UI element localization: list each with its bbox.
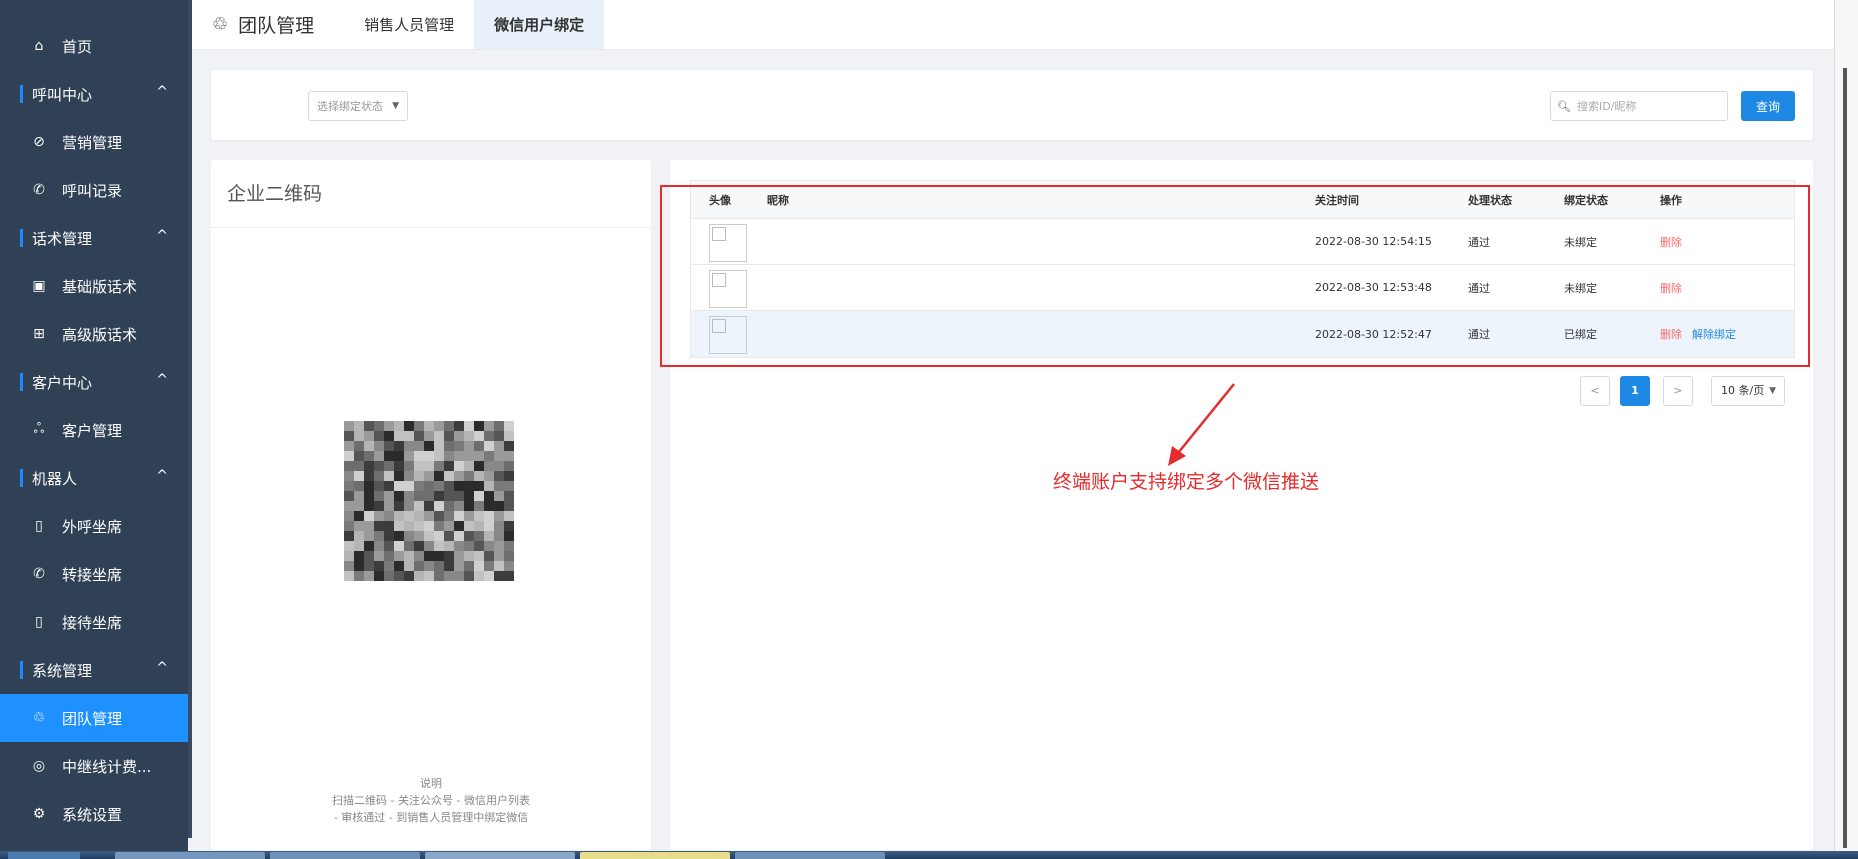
users-icon: ஃ: [33, 421, 45, 437]
annotation-highlight-box: [660, 185, 1810, 367]
sidebar-group-system[interactable]: 系统管理 ^: [0, 646, 188, 694]
sidebar-group-label: 系统管理: [32, 661, 93, 680]
document-icon: ▣: [32, 278, 46, 294]
home-icon: ⌂: [34, 38, 44, 54]
sidebar-item-label: 外呼坐席: [62, 517, 123, 536]
sidebar-item-outbound-seat[interactable]: ▯ 外呼坐席: [0, 502, 188, 550]
sidebar-group-call-center[interactable]: 呼叫中心 ^: [0, 70, 188, 118]
caret-down-icon: ▼: [1769, 386, 1776, 396]
qr-code-image: [344, 421, 514, 581]
sidebar-item-transfer-seat[interactable]: ✆ 转接坐席: [0, 550, 188, 598]
page-scrollbar[interactable]: [1834, 0, 1858, 851]
sidebar: ⌂ 首页 呼叫中心 ^ ⊘ 营销管理 ✆ 呼叫记录 话术管理 ^ ▣ 基础版话术…: [0, 0, 188, 851]
chevron-up-icon: ^: [156, 468, 168, 484]
sidebar-item-marketing[interactable]: ⊘ 营销管理: [0, 118, 188, 166]
caret-down-icon: ▼: [392, 101, 399, 111]
gear-icon: ⚙: [32, 806, 46, 822]
sidebar-item-customer-management[interactable]: ஃ 客户管理: [0, 406, 188, 454]
sidebar-item-system-settings[interactable]: ⚙ 系统设置: [0, 790, 188, 838]
qr-panel-title: 企业二维码: [211, 160, 651, 228]
chevron-up-icon: ^: [156, 84, 168, 100]
sidebar-item-label: 接待坐席: [62, 613, 123, 632]
qr-panel: 企业二维码 说明 扫描二维码 - 关注公众号 - 微信用户列表 - 审核通过 -…: [211, 160, 651, 850]
qr-note-line: - 审核通过 - 到销售人员管理中绑定微信: [333, 811, 529, 824]
taskbar-button[interactable]: [8, 852, 80, 859]
query-button[interactable]: 查询: [1741, 91, 1795, 121]
sidebar-scrollbar[interactable]: [188, 0, 192, 838]
chevron-up-icon: ^: [156, 228, 168, 244]
team-icon: ♲: [212, 14, 229, 35]
taskbar-button[interactable]: [425, 852, 575, 859]
page-size-select[interactable]: 10 条/页 ▼: [1711, 376, 1785, 406]
chevron-up-icon: ^: [156, 372, 168, 388]
sidebar-item-label: 营销管理: [62, 133, 123, 152]
sidebar-item-call-records[interactable]: ✆ 呼叫记录: [0, 166, 188, 214]
taskbar-button[interactable]: [580, 852, 730, 859]
tab-wechat-binding[interactable]: 微信用户绑定: [474, 0, 605, 49]
phone-icon: ✆: [33, 182, 45, 198]
search-input[interactable]: [1577, 99, 1717, 113]
sidebar-group-label: 机器人: [32, 469, 78, 488]
sidebar-item-label: 团队管理: [62, 709, 123, 728]
sidebar-item-label: 转接坐席: [62, 565, 123, 584]
tab-bar: ♲ 团队管理 销售人员管理 微信用户绑定: [192, 0, 1834, 50]
pagination-page-1[interactable]: 1: [1620, 376, 1650, 406]
billing-icon: ◎: [32, 758, 46, 774]
sidebar-group-label: 话术管理: [32, 229, 93, 248]
chevron-up-icon: ^: [156, 660, 168, 676]
filter-bar: 选择绑定状态 ▼ 🔍︎ 查询: [211, 70, 1813, 140]
annotation-text: 终端账户支持绑定多个微信推送: [1053, 471, 1320, 493]
taskbar-button[interactable]: [735, 852, 885, 859]
phone-icon: ✆: [33, 566, 45, 582]
scrollbar-thumb[interactable]: [1843, 68, 1847, 848]
page-title: ♲ 团队管理: [212, 14, 315, 37]
sidebar-group-label: 呼叫中心: [32, 85, 93, 104]
sidebar-group-robot[interactable]: 机器人 ^: [0, 454, 188, 502]
sidebar-item-label: 呼叫记录: [62, 181, 123, 200]
sidebar-item-label: 基础版话术: [62, 277, 138, 296]
qr-note-line: 扫描二维码 - 关注公众号 - 微信用户列表: [332, 794, 530, 807]
seat-icon: ▯: [35, 518, 43, 534]
annotation-arrow-icon: [1168, 383, 1235, 466]
tab-sales-staff[interactable]: 销售人员管理: [344, 0, 474, 49]
sidebar-item-label: 首页: [62, 37, 93, 56]
pagination-next-button[interactable]: >: [1663, 376, 1693, 406]
sidebar-item-label: 系统设置: [62, 805, 123, 824]
sidebar-item-trunk-billing[interactable]: ◎ 中继线计费...: [0, 742, 188, 790]
sidebar-item-reception-seat[interactable]: ▯ 接待坐席: [0, 598, 188, 646]
sidebar-item-home[interactable]: ⌂ 首页: [0, 22, 188, 70]
sidebar-item-team-management[interactable]: ♲ 团队管理: [0, 694, 188, 742]
team-icon: ♲: [32, 710, 46, 726]
pagination-prev-button[interactable]: <: [1580, 376, 1610, 406]
qr-note-title: 说明: [420, 777, 442, 790]
sidebar-group-scripts[interactable]: 话术管理 ^: [0, 214, 188, 262]
sidebar-group-label: 客户中心: [32, 373, 93, 392]
search-box: 🔍︎: [1550, 91, 1728, 121]
bind-status-select[interactable]: 选择绑定状态 ▼: [308, 91, 408, 121]
tag-icon: ⊘: [33, 134, 45, 150]
sidebar-item-label: 客户管理: [62, 421, 123, 440]
sidebar-item-advanced-scripts[interactable]: ⊞ 高级版话术: [0, 310, 188, 358]
sidebar-item-label: 高级版话术: [62, 325, 138, 344]
taskbar-button[interactable]: [115, 852, 265, 859]
grid-icon: ⊞: [33, 326, 45, 342]
sidebar-item-label: 中继线计费...: [62, 757, 152, 776]
sidebar-group-customer-center[interactable]: 客户中心 ^: [0, 358, 188, 406]
sidebar-item-basic-scripts[interactable]: ▣ 基础版话术: [0, 262, 188, 310]
search-icon: 🔍︎: [1557, 99, 1571, 113]
taskbar-button[interactable]: [270, 852, 420, 859]
seat-icon: ▯: [35, 614, 43, 630]
